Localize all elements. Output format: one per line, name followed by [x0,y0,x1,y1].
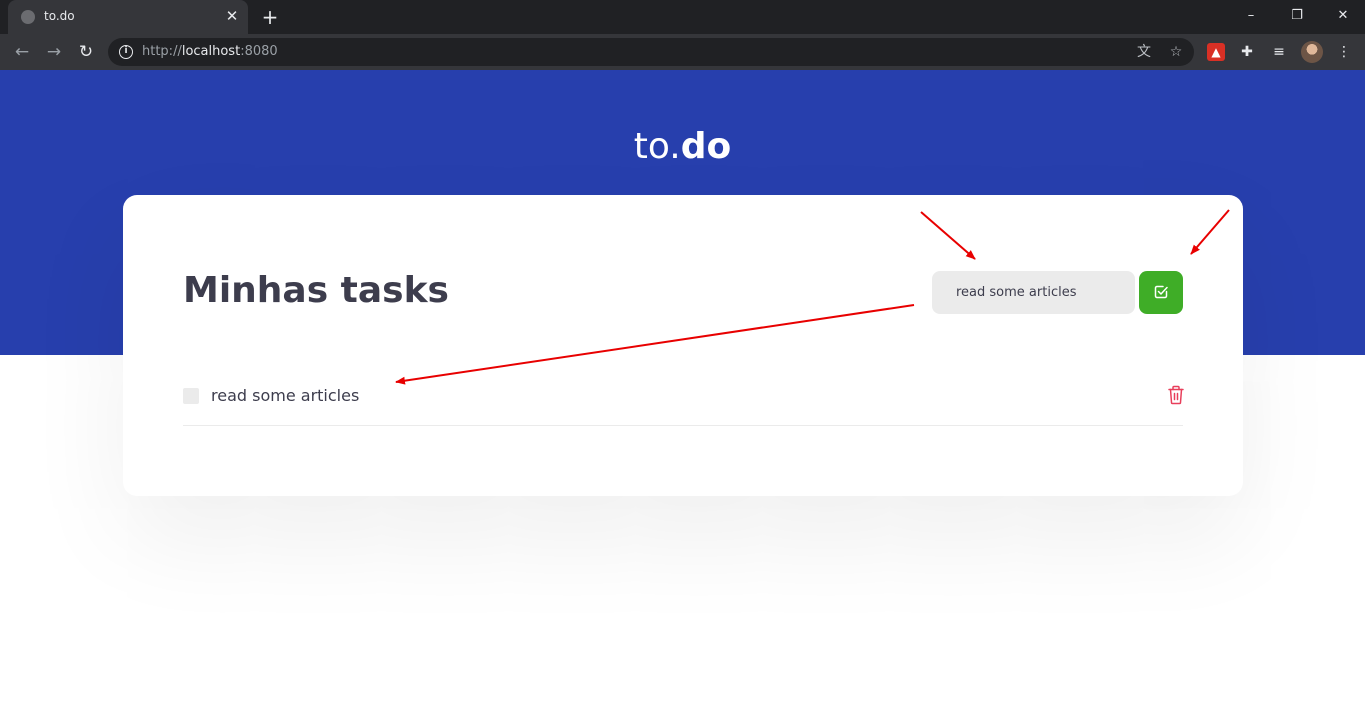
task-checkbox[interactable] [183,388,199,404]
url-text: http://localhost:8080 [142,44,278,59]
add-task-button[interactable] [1139,271,1183,314]
new-tab-button[interactable]: + [258,5,282,29]
translate-icon[interactable]: 文 [1134,42,1154,62]
close-window-button[interactable]: ✕ [1328,4,1358,28]
close-tab-icon[interactable]: ✕ [222,6,242,26]
globe-icon [21,10,35,24]
tab-title: to.do [44,9,75,23]
browser-tab-bar: to.do ✕ + – ❐ ✕ [0,0,1365,34]
minimize-button[interactable]: – [1236,4,1266,28]
browser-toolbar: ← → ↻ i http://localhost:8080 文 ☆ ▲ ✚ ≡ … [0,34,1365,70]
check-square-icon [1154,285,1168,299]
extension-icon[interactable]: ▲ [1207,43,1225,61]
reload-icon[interactable]: ↻ [74,40,98,64]
new-task-input[interactable] [932,271,1135,314]
restore-button[interactable]: ❐ [1282,4,1312,28]
task-text: read some articles [211,386,360,405]
app-logo: to.do [633,126,732,167]
trash-icon[interactable] [1167,385,1185,405]
profile-avatar[interactable] [1301,41,1323,63]
page-title: Minhas tasks [183,270,449,311]
address-bar[interactable]: i http://localhost:8080 文 ☆ [108,38,1194,66]
info-icon[interactable]: i [119,45,133,59]
back-icon[interactable]: ← [10,40,34,64]
media-queue-icon[interactable]: ≡ [1268,41,1290,63]
task-item: read some articles [183,375,1185,426]
tasks-card: Minhas tasks read some articles [123,195,1243,496]
browser-tab[interactable]: to.do ✕ [8,0,248,34]
star-icon[interactable]: ☆ [1166,42,1186,62]
forward-icon[interactable]: → [42,40,66,64]
puzzle-icon[interactable]: ✚ [1236,41,1258,63]
menu-dots-icon[interactable]: ⋮ [1333,41,1355,63]
